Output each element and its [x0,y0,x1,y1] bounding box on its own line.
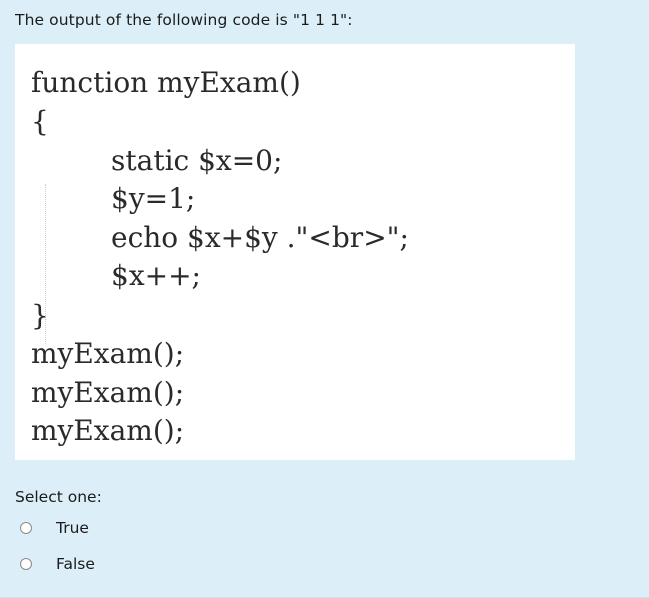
code-line: myExam(); [31,376,185,409]
code-line: myExam(); [31,337,185,370]
code-line: function myExam() [31,66,301,99]
code-line: { [31,105,49,138]
option-false[interactable]: False [20,554,95,574]
code-line: static $x=0; [111,144,283,177]
code-snippet: function myExam() { static $x=0; $y=1; e… [15,44,575,460]
code-line: $y=1; [111,182,196,215]
radio-button-icon[interactable] [20,522,32,534]
code-line: } [31,299,49,332]
radio-button-icon[interactable] [20,558,32,570]
code-line: echo $x+$y ."<br>"; [111,221,409,254]
question-panel: The output of the following code is "1 1… [0,0,649,598]
code-line: myExam(); [31,414,185,447]
question-text: The output of the following code is "1 1… [15,11,353,29]
option-label: True [56,519,89,537]
select-one-label: Select one: [15,488,102,506]
option-true[interactable]: True [20,518,89,538]
code-line: $x++; [111,259,201,292]
option-label: False [56,555,95,573]
